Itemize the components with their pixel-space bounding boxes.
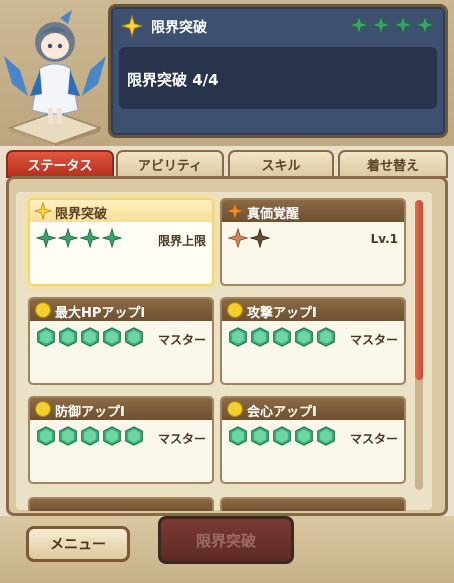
card-critical-up[interactable]: 会心アップⅠ マスター bbox=[220, 396, 406, 484]
yellow-medal-icon bbox=[34, 400, 52, 418]
card-max-hp-up[interactable]: 最大HPアップⅠ マスター bbox=[28, 297, 214, 385]
gem-row bbox=[228, 426, 336, 446]
card-header: 攻撃アップⅠ bbox=[222, 299, 404, 321]
tab-ability[interactable]: アビリティ bbox=[116, 150, 224, 178]
green-star-icon bbox=[102, 228, 122, 248]
card-status: マスター bbox=[349, 432, 398, 446]
card-title: 防御アップⅠ bbox=[55, 405, 125, 420]
green-gem-icon bbox=[273, 426, 291, 446]
green-gem-icon bbox=[37, 426, 55, 446]
card-title: 限界突破 bbox=[55, 207, 108, 222]
green-gem-icon bbox=[37, 327, 55, 347]
card-title: 会心アップⅠ bbox=[247, 405, 317, 420]
yellow-medal-icon bbox=[226, 301, 244, 319]
gem-row bbox=[228, 327, 336, 347]
green-star-icon bbox=[80, 228, 100, 248]
green-gem-icon bbox=[273, 327, 291, 347]
sparkle-star-icon bbox=[121, 15, 143, 37]
green-gem-icon bbox=[295, 426, 313, 446]
green-star-icon bbox=[393, 15, 413, 35]
card-status: マスター bbox=[349, 333, 398, 347]
green-gem-icon bbox=[81, 327, 99, 347]
tab-skill[interactable]: スキル bbox=[228, 150, 334, 178]
card-header: 真価覚醒 bbox=[222, 200, 404, 222]
card-title: 最大HPアップⅠ bbox=[55, 306, 146, 321]
green-gem-icon bbox=[125, 426, 143, 446]
card-title: 攻撃アップⅠ bbox=[247, 306, 317, 321]
green-gem-icon bbox=[229, 327, 247, 347]
info-description: 限界突破 4/4 bbox=[127, 71, 219, 89]
info-description-box: 限界突破 4/4 bbox=[119, 47, 437, 109]
dark-star-icon bbox=[250, 228, 270, 248]
card-title: 真価覚醒 bbox=[247, 207, 300, 222]
green-gem-icon bbox=[229, 426, 247, 446]
tab-status[interactable]: ステータス bbox=[6, 150, 114, 178]
green-gem-icon bbox=[59, 327, 77, 347]
menu-button[interactable]: メニュー bbox=[26, 526, 130, 562]
card-peek bbox=[28, 497, 214, 511]
green-gem-icon bbox=[251, 426, 269, 446]
card-peek bbox=[220, 497, 406, 511]
green-star-icon bbox=[349, 15, 369, 35]
card-status: マスター bbox=[157, 432, 206, 446]
tab-bar: ステータス アビリティ スキル 着せ替え bbox=[6, 150, 448, 178]
green-star-icon bbox=[36, 228, 56, 248]
green-gem-icon bbox=[59, 426, 77, 446]
info-title: 限界突破 bbox=[151, 20, 207, 36]
green-star-icon bbox=[58, 228, 78, 248]
card-limit-break[interactable]: 限界突破 限界上限 bbox=[28, 198, 214, 286]
scrollbar-thumb[interactable] bbox=[415, 200, 423, 380]
green-gem-icon bbox=[125, 327, 143, 347]
sparkle-star-icon bbox=[34, 202, 52, 220]
green-star-icon bbox=[415, 15, 435, 35]
info-panel: 限界突破 限界突破 4/4 bbox=[108, 4, 448, 138]
gem-row bbox=[36, 426, 144, 446]
limit-break-button[interactable]: 限界突破 bbox=[158, 516, 294, 564]
card-true-awakening[interactable]: 真価覚醒 Lv.1 bbox=[220, 198, 406, 286]
gem-row bbox=[36, 327, 144, 347]
limit-break-stars bbox=[349, 15, 435, 35]
card-header: 最大HPアップⅠ bbox=[30, 299, 212, 321]
green-gem-icon bbox=[81, 426, 99, 446]
card-header: 限界突破 bbox=[30, 200, 212, 222]
green-star-icon bbox=[371, 15, 391, 35]
card-status: Lv.1 bbox=[370, 232, 398, 246]
orange-star-icon bbox=[226, 202, 244, 220]
green-gem-icon bbox=[103, 327, 121, 347]
card-header: 防御アップⅠ bbox=[30, 398, 212, 420]
green-gem-icon bbox=[295, 327, 313, 347]
card-status: マスター bbox=[157, 333, 206, 347]
copper-star-icon bbox=[228, 228, 248, 248]
green-gem-icon bbox=[317, 327, 335, 347]
character-portrait bbox=[0, 0, 110, 146]
green-gem-icon bbox=[103, 426, 121, 446]
card-defense-up[interactable]: 防御アップⅠ マスター bbox=[28, 396, 214, 484]
card-status: 限界上限 bbox=[157, 234, 206, 248]
tab-costume[interactable]: 着せ替え bbox=[338, 150, 448, 178]
green-gem-icon bbox=[251, 327, 269, 347]
yellow-medal-icon bbox=[226, 400, 244, 418]
awakening-stars bbox=[228, 228, 270, 248]
limit-break-stars bbox=[36, 228, 122, 248]
green-gem-icon bbox=[317, 426, 335, 446]
card-attack-up[interactable]: 攻撃アップⅠ マスター bbox=[220, 297, 406, 385]
yellow-medal-icon bbox=[34, 301, 52, 319]
card-header: 会心アップⅠ bbox=[222, 398, 404, 420]
